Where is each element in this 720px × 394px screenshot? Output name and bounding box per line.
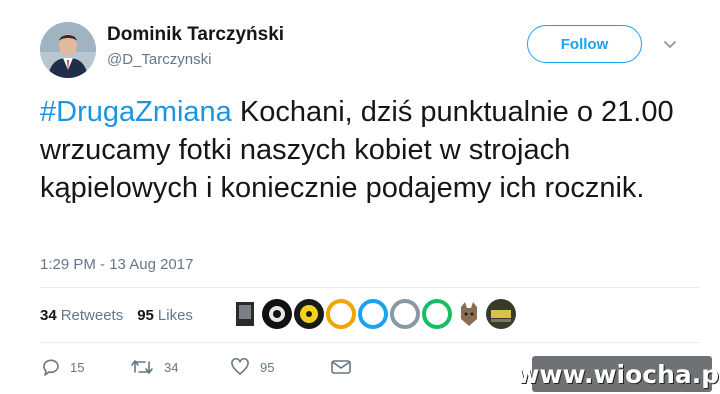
retweets-label[interactable]: Retweets <box>61 307 124 324</box>
liker-avatars <box>230 299 516 329</box>
liker-avatar[interactable] <box>262 299 292 329</box>
reply-action[interactable]: 15 <box>40 358 130 376</box>
liker-avatar[interactable] <box>486 299 516 329</box>
liker-avatar[interactable] <box>358 299 388 329</box>
tweet-timestamp[interactable]: 1:29 PM - 13 Aug 2017 <box>40 256 193 273</box>
heart-icon[interactable] <box>230 358 250 376</box>
liker-avatar[interactable] <box>422 299 452 329</box>
tweet-text: #DrugaZmiana Kochani, dziś punktualnie o… <box>40 93 700 207</box>
author-avatar[interactable] <box>40 22 96 78</box>
likes-count[interactable]: 95 <box>137 307 154 324</box>
retweet-action[interactable]: 34 <box>130 358 230 376</box>
envelope-icon[interactable] <box>330 358 352 376</box>
tweet-actions: 15 34 95 <box>40 356 352 378</box>
liker-avatar[interactable] <box>294 299 324 329</box>
reply-count: 15 <box>70 359 85 375</box>
hashtag-link[interactable]: #DrugaZmiana <box>40 96 232 128</box>
liker-avatar[interactable] <box>326 299 356 329</box>
divider <box>40 287 700 288</box>
follow-button[interactable]: Follow <box>527 25 642 63</box>
engagement-stats: 34 Retweets 95 Likes <box>40 304 193 326</box>
author-name[interactable]: Dominik Tarczyński <box>107 24 284 46</box>
retweet-count: 34 <box>164 359 179 375</box>
like-count: 95 <box>260 359 275 375</box>
liker-avatar[interactable] <box>454 299 484 329</box>
reply-icon[interactable] <box>40 358 60 376</box>
likes-label[interactable]: Likes <box>158 307 193 324</box>
retweets-count[interactable]: 34 <box>40 307 57 324</box>
author-handle[interactable]: @D_Tarczynski <box>107 51 211 68</box>
liker-avatar[interactable] <box>230 299 260 329</box>
message-action[interactable] <box>330 358 352 376</box>
chevron-down-icon[interactable] <box>663 38 677 50</box>
retweet-icon[interactable] <box>130 358 154 376</box>
like-action[interactable]: 95 <box>230 358 330 376</box>
liker-avatar[interactable] <box>390 299 420 329</box>
divider <box>40 342 700 343</box>
watermark: www.wiocha.pl <box>516 356 720 392</box>
